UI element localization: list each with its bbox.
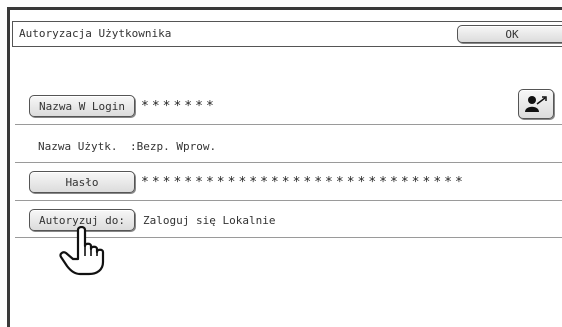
authorize-to-value: Zaloguj się Lokalnie	[143, 214, 276, 227]
username-label: Nazwa Użytk.	[38, 140, 118, 153]
hand-pointer-icon	[59, 226, 105, 276]
ok-button[interactable]: OK	[457, 25, 562, 43]
divider	[15, 124, 562, 125]
dialog-title: Autoryzacja Użytkownika	[19, 27, 172, 40]
username-value: :Bezp. Wprow.	[130, 140, 217, 153]
password-value: ******************************	[141, 175, 466, 190]
user-select-icon	[525, 96, 547, 112]
login-name-button[interactable]: Nazwa W Login	[29, 95, 135, 117]
divider	[15, 200, 562, 201]
dialog-frame	[7, 7, 562, 327]
user-select-button[interactable]	[518, 89, 554, 119]
password-button[interactable]: Hasło	[29, 171, 135, 193]
divider	[15, 162, 562, 163]
login-name-value: *******	[141, 99, 217, 114]
